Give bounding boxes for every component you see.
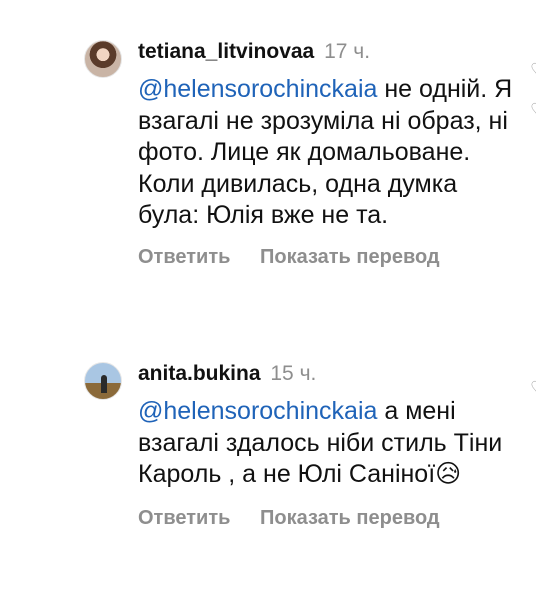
comment-text: @helensorochinckaia не одній. Я взагалі … xyxy=(138,74,518,232)
comment-header: tetiana_litvinovaa 17 ч. xyxy=(138,38,528,66)
show-translation-button[interactable]: Показать перевод xyxy=(260,507,440,529)
like-icon[interactable]: ♡ xyxy=(530,380,536,396)
timestamp: 15 ч. xyxy=(270,362,317,385)
comment-text: @helensorochinckaia а мені взагалі здало… xyxy=(138,396,518,491)
like-icon[interactable]: ♡ xyxy=(530,62,536,78)
mention-link[interactable]: @helensorochinckaia xyxy=(138,75,377,103)
comment-header: anita.bukina 15 ч. xyxy=(138,360,528,388)
comment-body: tetiana_litvinovaa 17 ч. @helensorochinc… xyxy=(138,38,528,269)
like-icon[interactable]: ♡ xyxy=(530,102,536,118)
avatar[interactable] xyxy=(84,362,122,400)
mention-link[interactable]: @helensorochinckaia xyxy=(138,397,377,425)
show-translation-button[interactable]: Показать перевод xyxy=(260,246,440,268)
comment-actions: Ответить Показать перевод xyxy=(138,246,528,269)
reply-button[interactable]: Ответить xyxy=(138,507,230,529)
comment-body: anita.bukina 15 ч. @helensorochinckaia а… xyxy=(138,360,528,530)
timestamp: 17 ч. xyxy=(324,40,371,63)
username[interactable]: tetiana_litvinovaa xyxy=(138,40,314,63)
reply-button[interactable]: Ответить xyxy=(138,246,230,268)
username[interactable]: anita.bukina xyxy=(138,362,261,385)
comment-actions: Ответить Показать перевод xyxy=(138,507,528,530)
avatar[interactable] xyxy=(84,40,122,78)
